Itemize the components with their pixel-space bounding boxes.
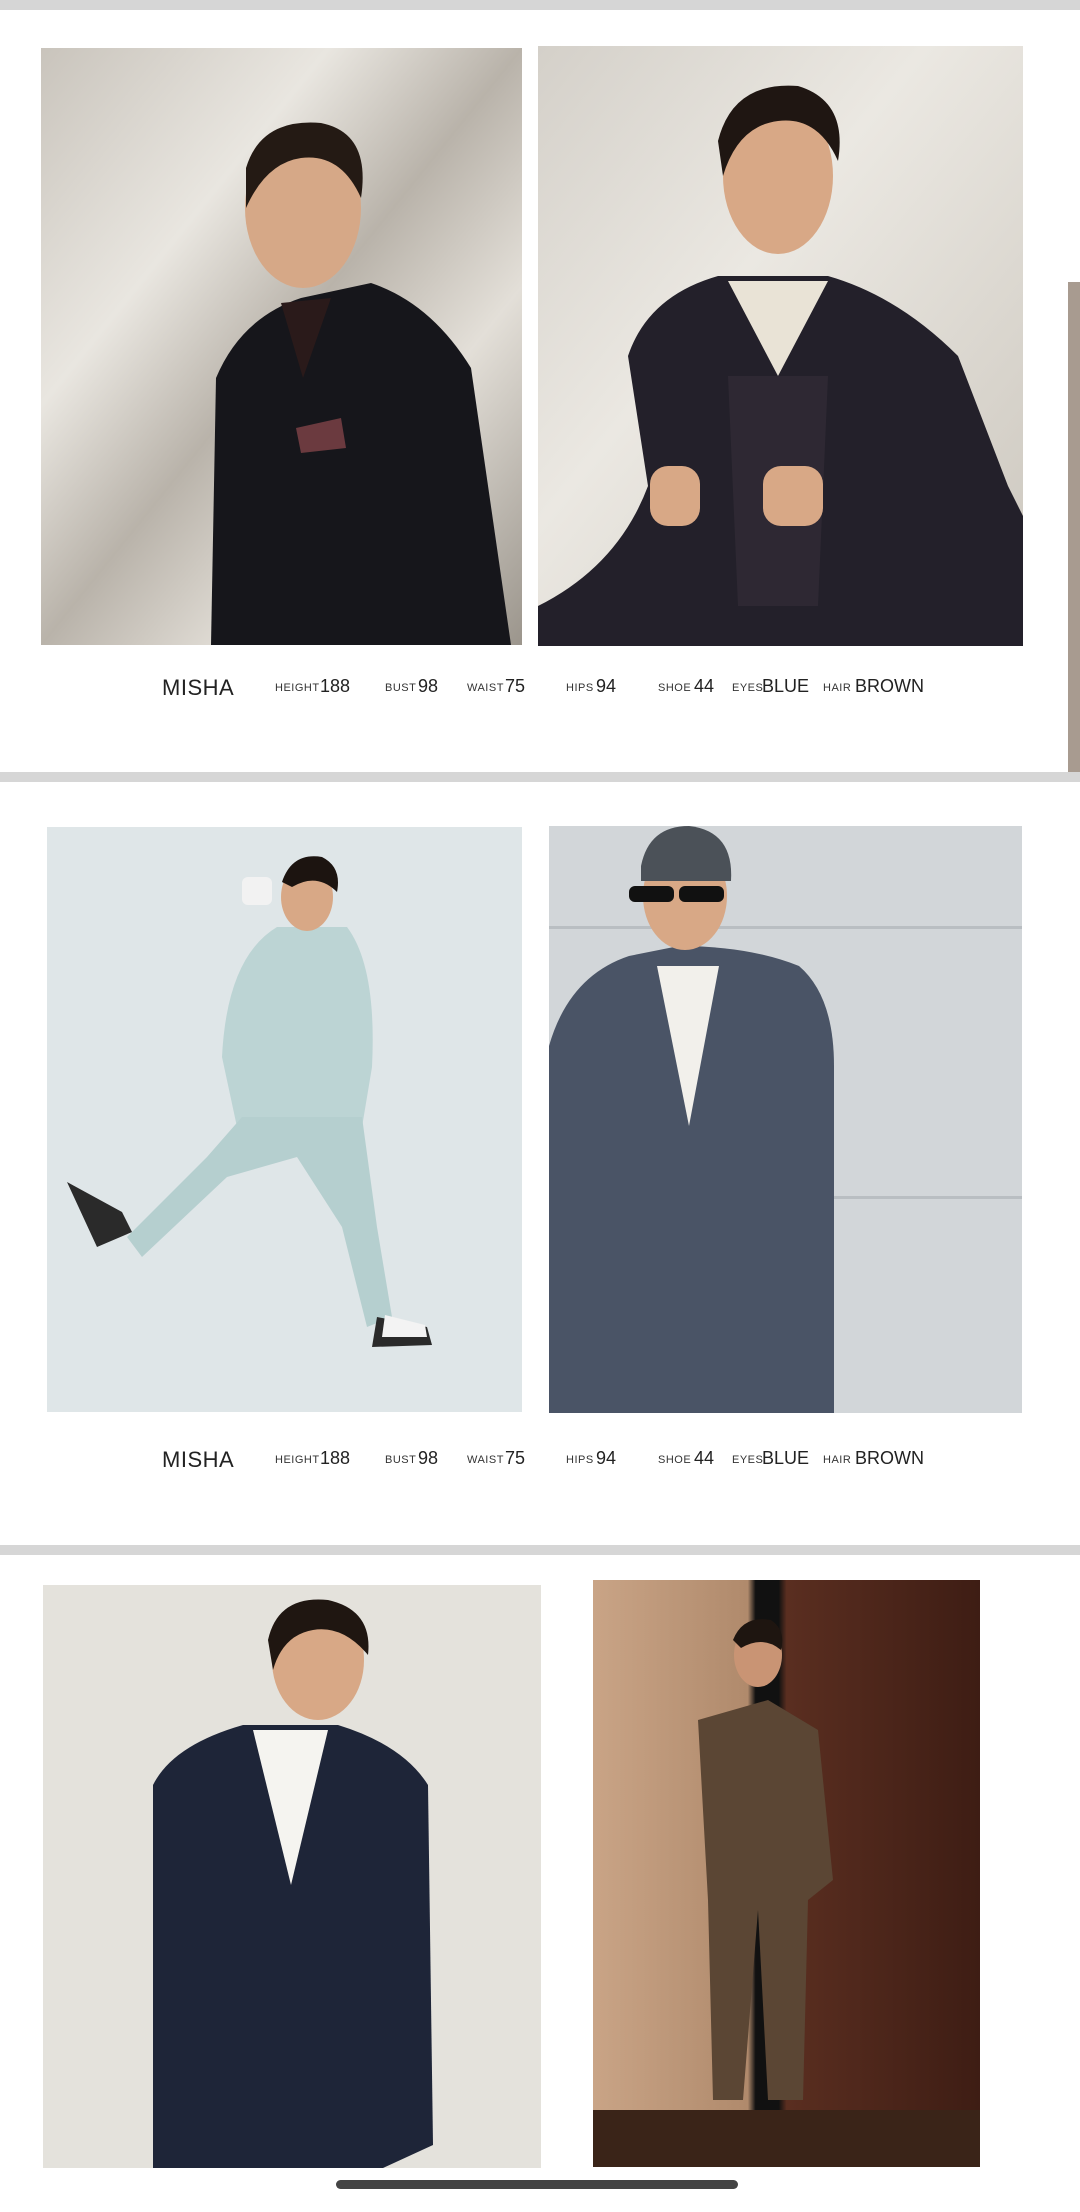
eyes-value: BLUE — [762, 676, 810, 696]
hair-value: BROWN — [855, 1448, 924, 1468]
photo-brown-suit[interactable] — [593, 1580, 980, 2167]
top-divider — [0, 0, 1080, 10]
eyes-value: BLUE — [762, 1448, 810, 1468]
photo-dark-blazer[interactable] — [41, 48, 522, 645]
height-label: HEIGHT — [275, 682, 320, 694]
hair-value: BROWN — [855, 676, 924, 696]
height-value: 188 — [320, 676, 351, 696]
stats-row-2: MISHA HEIGHT 188 BUST 98 WAIST 75 HIPS 9… — [0, 1447, 1080, 1487]
hips-label: HIPS — [566, 682, 594, 694]
eyes-label: EYES — [732, 1454, 764, 1466]
page-divider — [0, 772, 1080, 782]
hair-label: HAIR — [823, 1454, 852, 1466]
height-label: HEIGHT — [275, 1454, 320, 1466]
page-divider — [0, 1545, 1080, 1555]
waist-value: 75 — [505, 1448, 526, 1468]
bust-value: 98 — [418, 1448, 439, 1468]
hips-value: 94 — [596, 1448, 617, 1468]
hips-value: 94 — [596, 676, 617, 696]
photo-check-suit[interactable] — [538, 46, 1023, 646]
photo-mint-suit[interactable] — [47, 827, 522, 1412]
shoe-value: 44 — [694, 676, 715, 696]
photo-navy-blazer[interactable] — [43, 1585, 541, 2168]
hips-label: HIPS — [566, 1454, 594, 1466]
waist-label: WAIST — [467, 682, 504, 694]
waist-value: 75 — [505, 676, 526, 696]
waist-label: WAIST — [467, 1454, 504, 1466]
model-name: MISHA — [162, 675, 235, 700]
hair-label: HAIR — [823, 682, 852, 694]
bust-value: 98 — [418, 676, 439, 696]
photo-grey-overcoat[interactable] — [549, 826, 1022, 1413]
bust-label: BUST — [385, 1454, 417, 1466]
shoe-label: SHOE — [658, 682, 692, 694]
eyes-label: EYES — [732, 682, 764, 694]
bust-label: BUST — [385, 682, 417, 694]
model-name: MISHA — [162, 1447, 235, 1472]
shoe-label: SHOE — [658, 1454, 692, 1466]
height-value: 188 — [320, 1448, 351, 1468]
stats-row-1: MISHA HEIGHT 188 BUST 98 WAIST 75 HIPS 9… — [0, 675, 1080, 715]
shoe-value: 44 — [694, 1448, 715, 1468]
home-indicator[interactable] — [336, 2180, 738, 2189]
